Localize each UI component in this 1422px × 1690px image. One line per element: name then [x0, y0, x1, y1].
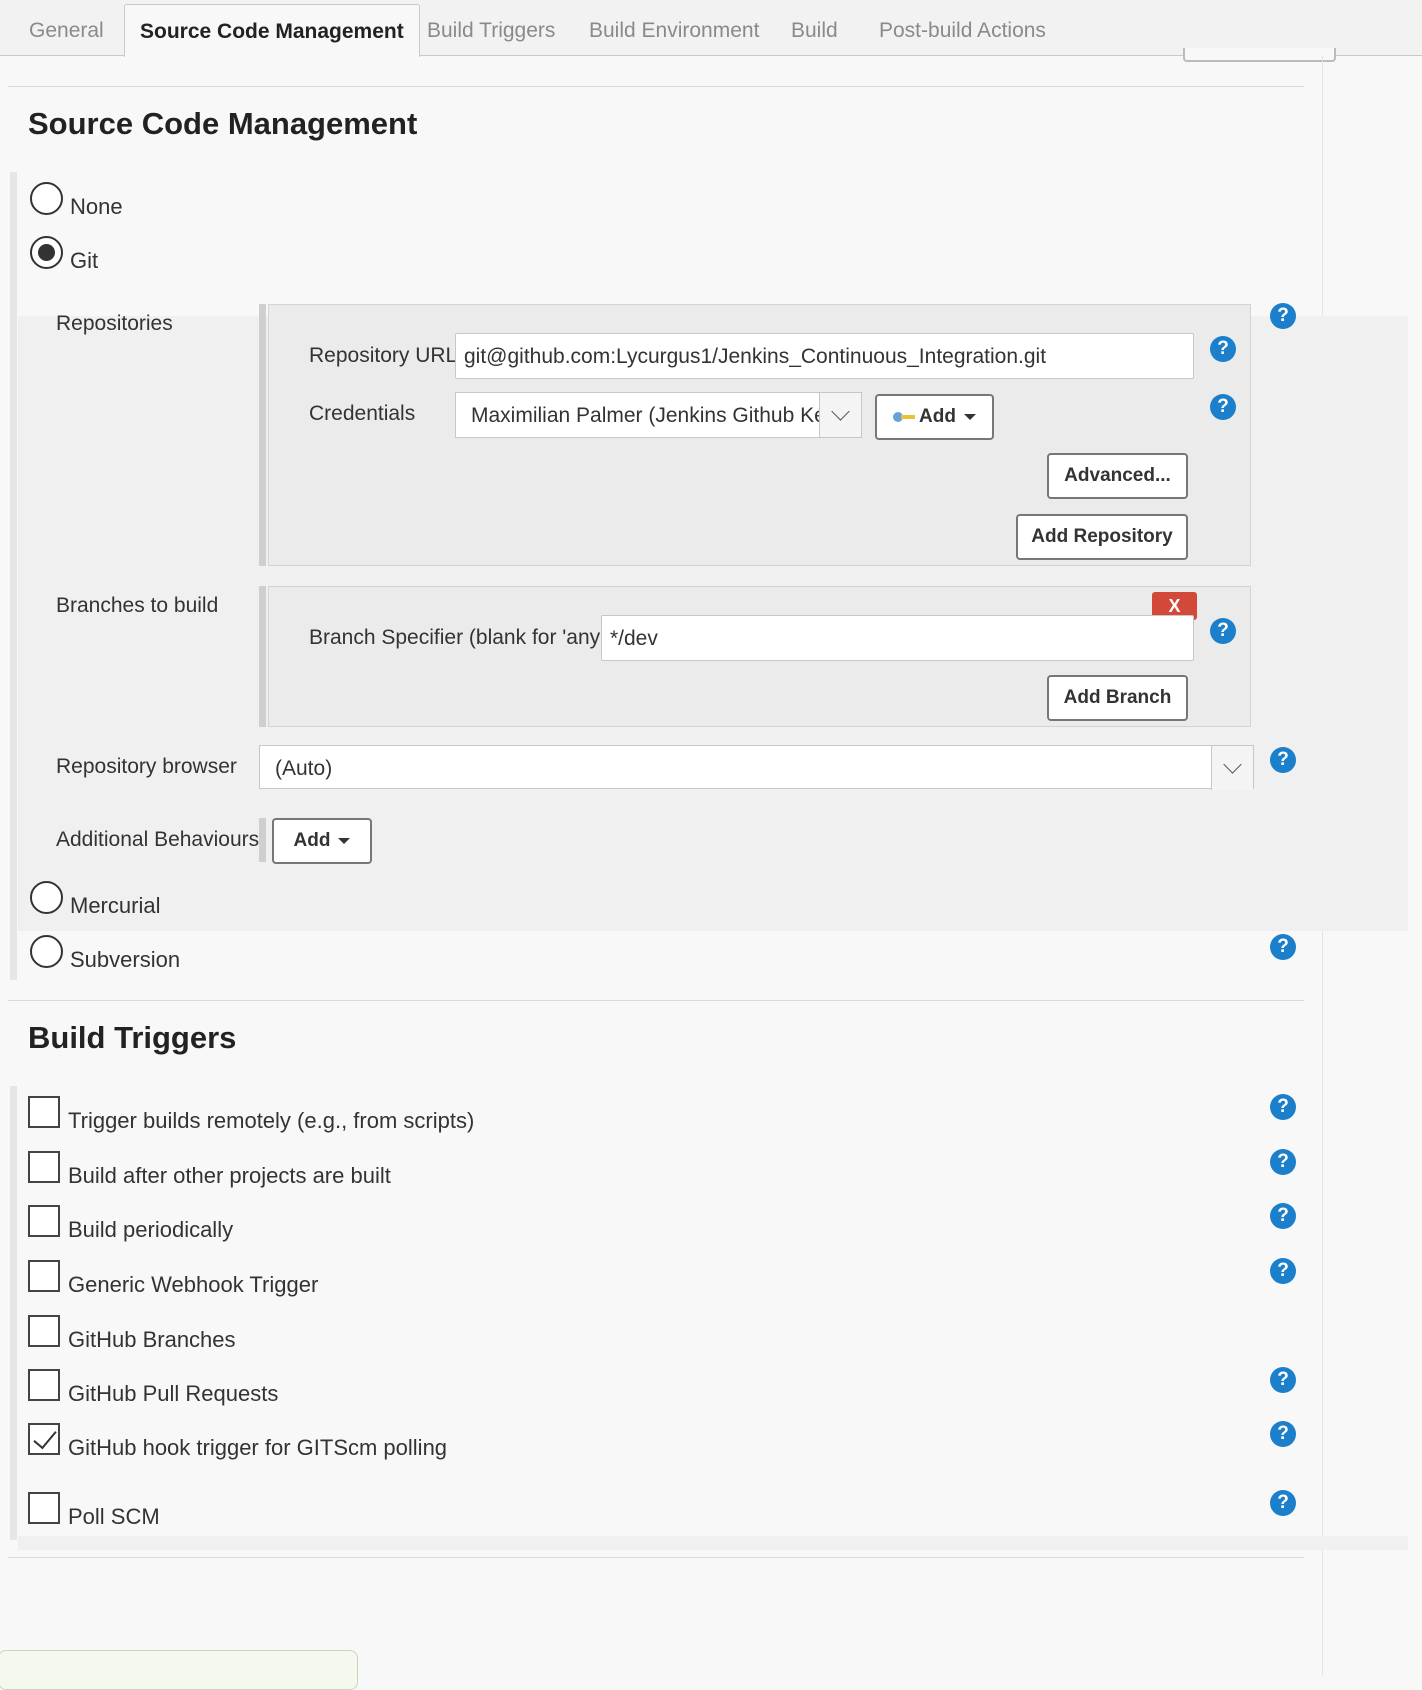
credentials-selected-value: Maximilian Palmer (Jenkins Github Key) — [471, 404, 844, 427]
tab-post-build-actions[interactable]: Post-build Actions — [879, 0, 1046, 56]
credentials-add-label: Add — [919, 406, 956, 427]
generic-webhook-trigger-checkbox[interactable] — [28, 1260, 60, 1292]
build-periodically-label: Build periodically — [68, 1217, 234, 1242]
github-branches-label: GitHub Branches — [68, 1327, 236, 1352]
tab-build-environment[interactable]: Build Environment — [589, 0, 759, 56]
trigger-remotely-help-icon[interactable]: ? — [1270, 1094, 1296, 1120]
caret-down-icon — [338, 837, 351, 844]
build-after-other-projects-help-icon[interactable]: ? — [1270, 1149, 1296, 1175]
poll-scm-checkbox[interactable] — [28, 1492, 60, 1524]
github-branches-checkbox[interactable] — [28, 1315, 60, 1347]
advanced-button[interactable]: Advanced... — [1047, 453, 1188, 499]
additional-behaviours-bar — [259, 818, 266, 862]
build-periodically-checkbox[interactable] — [28, 1205, 60, 1237]
trigger-remotely-label: Trigger builds remotely (e.g., from scri… — [68, 1108, 475, 1133]
repository-browser-help-icon[interactable]: ? — [1270, 747, 1296, 773]
repositories-help-icon[interactable]: ? — [1270, 303, 1296, 329]
poll-scm-label: Poll SCM — [68, 1504, 160, 1529]
tab-general[interactable]: General — [29, 0, 104, 56]
poll-scm-help-icon[interactable]: ? — [1270, 1490, 1296, 1516]
github-pull-requests-label: GitHub Pull Requests — [68, 1381, 279, 1406]
additional-behaviours-add-button[interactable]: Add — [272, 818, 372, 864]
branch-specifier-input[interactable]: */dev — [601, 615, 1194, 661]
scm-section-bar — [10, 172, 17, 980]
repositories-label: Repositories — [56, 312, 173, 335]
repository-browser-select[interactable]: (Auto) — [259, 745, 1254, 790]
chevron-down-icon — [1211, 746, 1253, 790]
section-divider — [8, 1000, 1304, 1001]
scm-git-radio[interactable] — [30, 236, 63, 269]
partial-button[interactable] — [1183, 48, 1336, 62]
scm-mercurial-radio[interactable] — [30, 881, 63, 914]
repository-url-label: Repository URL — [309, 344, 458, 367]
additional-add-label: Add — [293, 830, 331, 851]
bottom-floating-bar[interactable] — [0, 1650, 358, 1690]
credentials-select[interactable]: Maximilian Palmer (Jenkins Github Key) — [455, 392, 862, 438]
repository-url-input[interactable]: git@github.com:Lycurgus1/Jenkins_Continu… — [455, 333, 1194, 379]
scm-mercurial-label: Mercurial — [70, 893, 161, 918]
build-triggers-section-title: Build Triggers — [28, 1020, 237, 1055]
key-icon — [893, 410, 917, 424]
credentials-label: Credentials — [309, 402, 416, 425]
hook-trigger-band — [18, 1536, 1408, 1550]
repository-url-help-icon[interactable]: ? — [1210, 336, 1236, 362]
chevron-down-icon — [819, 393, 861, 437]
scm-none-label: None — [70, 194, 123, 219]
build-triggers-section-bar — [10, 1086, 17, 1540]
credentials-help-icon[interactable]: ? — [1210, 394, 1236, 420]
tab-build-triggers[interactable]: Build Triggers — [427, 0, 555, 56]
trigger-remotely-checkbox[interactable] — [28, 1096, 60, 1128]
branch-specifier-help-icon[interactable]: ? — [1210, 618, 1236, 644]
branches-to-build-label: Branches to build — [56, 594, 219, 617]
branches-bar — [259, 586, 266, 727]
github-pull-requests-checkbox[interactable] — [28, 1369, 60, 1401]
add-repository-button[interactable]: Add Repository — [1016, 514, 1188, 560]
section-divider — [8, 86, 1304, 87]
repository-browser-value: (Auto) — [275, 757, 333, 780]
scm-section-title: Source Code Management — [28, 106, 418, 141]
build-after-other-projects-checkbox[interactable] — [28, 1151, 60, 1183]
subversion-help-icon[interactable]: ? — [1270, 934, 1296, 960]
github-hook-trigger-label: GitHub hook trigger for GITScm polling — [68, 1435, 448, 1460]
build-periodically-help-icon[interactable]: ? — [1270, 1203, 1296, 1229]
scm-subversion-radio[interactable] — [30, 935, 63, 968]
build-after-other-projects-label: Build after other projects are built — [68, 1163, 391, 1188]
github-hook-trigger-help-icon[interactable]: ? — [1270, 1421, 1296, 1447]
branch-specifier-label: Branch Specifier (blank for 'any') — [309, 626, 612, 649]
tab-source-code-management[interactable]: Source Code Management — [124, 4, 420, 57]
scm-git-label: Git — [70, 248, 99, 273]
scm-none-radio[interactable] — [30, 182, 63, 215]
scm-subversion-label: Subversion — [70, 947, 181, 972]
additional-behaviours-label: Additional Behaviours — [56, 828, 260, 851]
repositories-bar — [259, 304, 266, 566]
add-branch-button[interactable]: Add Branch — [1047, 675, 1188, 721]
github-pull-requests-help-icon[interactable]: ? — [1270, 1367, 1296, 1393]
github-hook-trigger-checkbox[interactable] — [28, 1423, 60, 1455]
generic-webhook-trigger-label: Generic Webhook Trigger — [68, 1272, 319, 1297]
repository-browser-label: Repository browser — [56, 755, 237, 778]
caret-down-icon — [963, 413, 976, 420]
section-divider — [8, 1557, 1304, 1558]
generic-webhook-trigger-help-icon[interactable]: ? — [1270, 1258, 1296, 1284]
credentials-add-button[interactable]: Add — [875, 394, 994, 440]
tab-build[interactable]: Build — [791, 0, 838, 56]
